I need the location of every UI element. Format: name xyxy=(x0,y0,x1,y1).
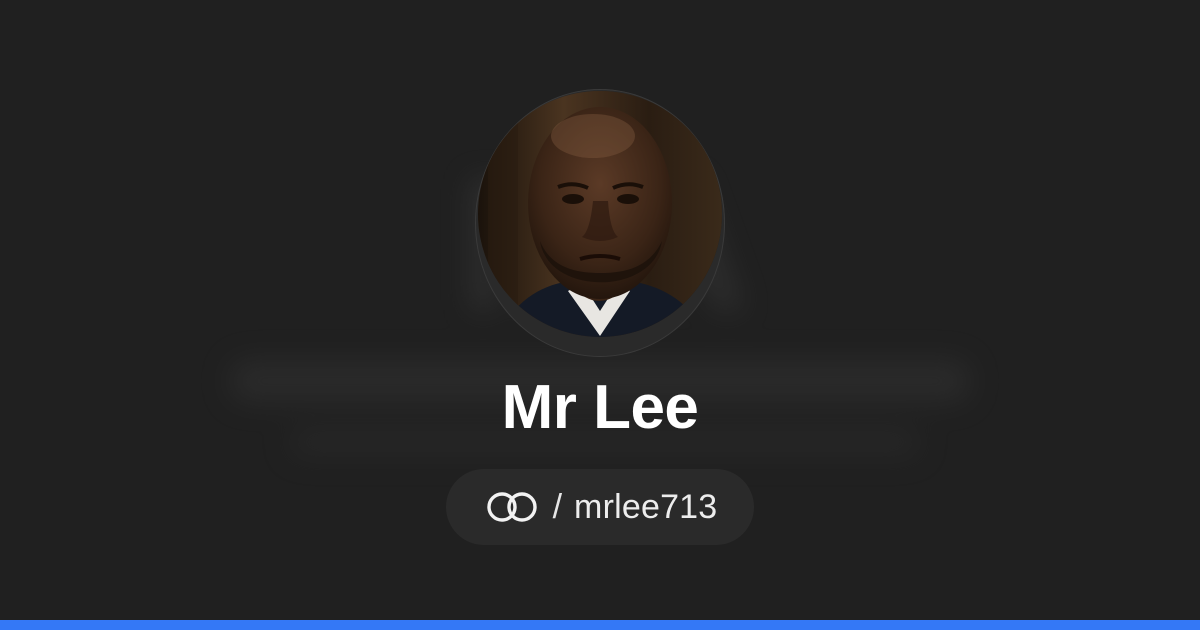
avatar[interactable] xyxy=(478,91,722,337)
profile-handle: mrlee713 xyxy=(574,488,718,526)
profile-name: Mr Lee xyxy=(501,373,699,442)
accent-bar xyxy=(0,620,1200,630)
linked-rings-icon xyxy=(483,490,541,524)
profile-handle-link[interactable]: / mrlee713 xyxy=(446,469,754,545)
handle-separator: / xyxy=(552,488,563,526)
avatar-portrait-icon xyxy=(478,91,722,337)
share-card: MA xyxy=(0,0,1200,630)
